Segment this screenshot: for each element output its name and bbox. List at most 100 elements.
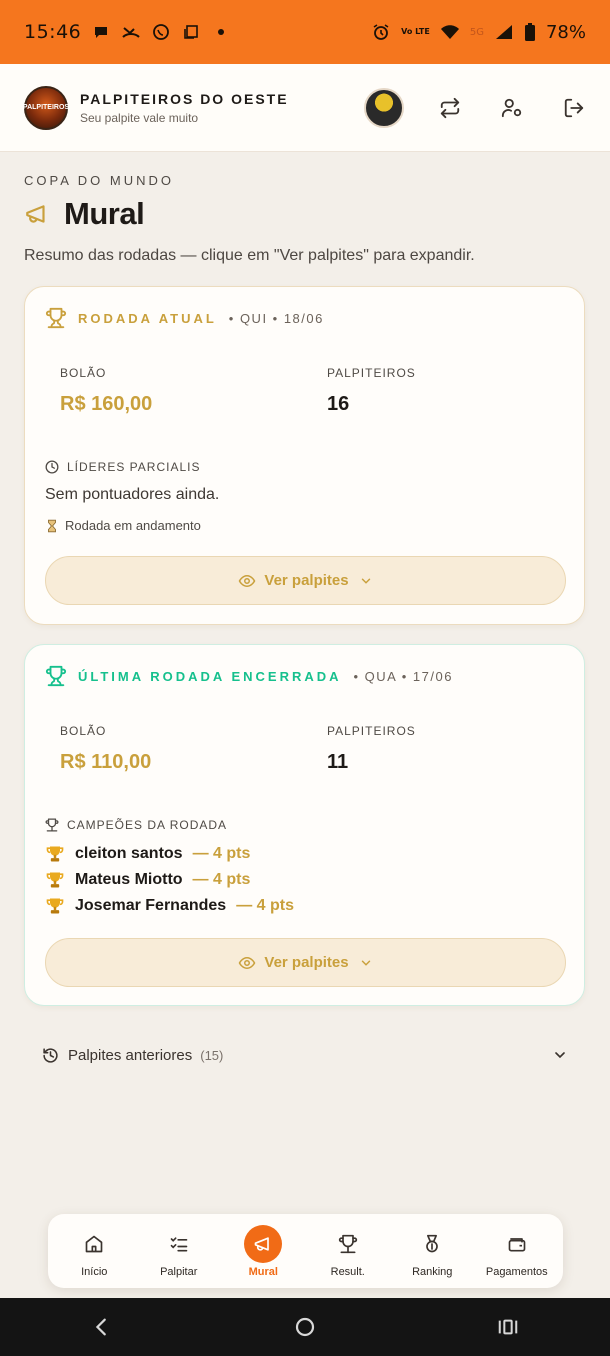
alarm-icon <box>371 22 391 42</box>
notification-icons <box>91 22 231 42</box>
trophy-icon <box>329 1225 367 1263</box>
chevron-down-icon <box>359 956 373 970</box>
megaphone-icon <box>24 201 50 227</box>
back-icon[interactable] <box>87 1312 117 1342</box>
nav-item-inicio[interactable]: Início <box>52 1225 136 1278</box>
hourglass-icon <box>45 519 59 533</box>
players-label: PALPITEIROS <box>327 724 416 738</box>
previous-predictions-count: (15) <box>200 1047 224 1063</box>
signal-icon <box>494 22 514 42</box>
home-circle-icon[interactable] <box>290 1312 320 1342</box>
nav-label: Ranking <box>412 1265 453 1278</box>
megaphone-icon <box>244 1224 283 1263</box>
volte-indicator: Vo LTE <box>401 27 430 36</box>
trophy-icon <box>45 870 65 890</box>
last-ver-palpites-label: Ver palpites <box>264 954 349 971</box>
page-title: Mural <box>64 196 145 231</box>
bottom-nav: Início Palpitar Mural Result. Ranking Pa… <box>48 1214 563 1288</box>
chat-bubble-icon <box>91 22 111 42</box>
current-round-card: RODADA ATUAL • QUI • 18/06 BOLÃO R$ 160,… <box>24 286 585 625</box>
champions-list: cleiton santos — 4 pts Mateus Miotto — 4… <box>45 841 294 919</box>
current-ver-palpites-button[interactable]: Ver palpites <box>45 556 566 605</box>
pot-stat: BOLÃO R$ 160,00 <box>60 366 152 416</box>
trophy-icon <box>45 665 67 687</box>
clock-icon <box>45 460 59 474</box>
players-value: 11 <box>327 751 349 773</box>
switch-icon[interactable] <box>438 96 462 120</box>
system-navigation-bar <box>0 1298 610 1356</box>
eye-icon <box>238 954 256 972</box>
current-round-label: RODADA ATUAL <box>78 310 217 326</box>
champions-label-text: CAMPEÕES DA RODADA <box>67 818 228 832</box>
nav-label: Mural <box>248 1265 278 1278</box>
champion-points: — 4 pts <box>192 845 251 862</box>
champion-name: Mateus Miotto <box>75 871 183 888</box>
leaders-label-text: LÍDERES PARCIALIS <box>67 460 201 474</box>
eye-icon <box>238 572 256 590</box>
last-round-card: ÚLTIMA RODADA ENCERRADA • QUA • 17/06 BO… <box>24 644 585 1006</box>
trophy-icon <box>45 818 59 832</box>
round-status-text: Rodada em andamento <box>65 518 201 533</box>
dot-icon <box>211 22 231 42</box>
copy-icon <box>181 22 201 42</box>
wifi-icon <box>440 22 460 42</box>
page-eyebrow: COPA DO MUNDO <box>24 173 174 188</box>
previous-predictions-label: Palpites anteriores <box>68 1046 193 1064</box>
page-heading: COPA DO MUNDO Mural Resumo das rodadas —… <box>24 152 586 265</box>
network-type: 5G <box>469 26 484 38</box>
user-avatar[interactable] <box>364 87 404 128</box>
recent-apps-icon[interactable] <box>493 1312 523 1342</box>
previous-predictions-toggle[interactable]: Palpites anteriores (15) <box>24 1035 586 1075</box>
page-subtitle: Resumo das rodadas — clique em "Ver palp… <box>24 247 475 264</box>
nav-item-ranking[interactable]: Ranking <box>390 1225 474 1278</box>
champion-item: Mateus Miotto — 4 pts <box>45 867 294 893</box>
champion-name: Josemar Fernandes <box>75 897 227 914</box>
nav-item-result[interactable]: Result. <box>306 1225 390 1278</box>
players-stat: PALPITEIROS 16 <box>327 366 416 416</box>
nav-item-pagamentos[interactable]: Pagamentos <box>475 1225 559 1278</box>
champion-item: Josemar Fernandes — 4 pts <box>45 893 294 919</box>
logout-icon[interactable] <box>562 96 586 120</box>
nav-label: Result. <box>330 1265 365 1278</box>
brand-block: PALPITEIROS DO OESTE Seu palpite vale mu… <box>80 91 289 125</box>
nav-item-palpitar[interactable]: Palpitar <box>137 1225 221 1278</box>
pot-stat: BOLÃO R$ 110,00 <box>60 724 151 774</box>
champion-points: — 4 pts <box>192 871 251 888</box>
pot-value: R$ 160,00 <box>60 393 153 415</box>
trophy-icon <box>45 844 65 864</box>
last-ver-palpites-button[interactable]: Ver palpites <box>45 938 566 987</box>
leaders-section-label: LÍDERES PARCIALIS <box>45 460 200 474</box>
nav-item-mural[interactable]: Mural <box>221 1224 305 1278</box>
logo-text: PALPITEIROS <box>22 103 70 111</box>
current-round-date: • QUI • 18/06 <box>228 310 324 326</box>
players-stat: PALPITEIROS 11 <box>327 724 416 774</box>
champion-item: cleiton santos — 4 pts <box>45 841 294 867</box>
wallet-icon <box>498 1225 536 1263</box>
trophy-icon <box>45 896 65 916</box>
champion-points: — 4 pts <box>236 897 294 914</box>
players-value: 16 <box>327 393 350 415</box>
brand-tagline: Seu palpite vale muito <box>80 110 199 125</box>
missed-call-icon <box>121 22 141 42</box>
status-time: 15:46 <box>24 21 82 43</box>
trophy-icon <box>45 307 67 329</box>
status-bar: 15:46 Vo LTE 5G 78% <box>0 0 610 64</box>
app-header: PALPITEIROS PALPITEIROS DO OESTE Seu pal… <box>0 64 610 152</box>
header-actions <box>364 87 586 128</box>
checklist-icon <box>160 1225 198 1263</box>
battery-icon <box>524 22 536 42</box>
leaders-empty-text: Sem pontuadores ainda. <box>45 486 220 503</box>
nav-label: Palpitar <box>160 1265 198 1278</box>
last-round-date: • QUA • 17/06 <box>353 668 453 684</box>
user-settings-icon[interactable] <box>500 96 524 120</box>
home-icon <box>75 1225 113 1263</box>
nav-label: Pagamentos <box>485 1265 548 1278</box>
players-label: PALPITEIROS <box>327 366 416 380</box>
round-status: Rodada em andamento <box>45 518 201 533</box>
medal-icon <box>413 1225 451 1263</box>
battery-level: 78% <box>545 21 586 43</box>
current-ver-palpites-label: Ver palpites <box>264 572 349 589</box>
history-icon <box>42 1047 59 1064</box>
champion-name: cleiton santos <box>75 845 183 862</box>
brand-logo[interactable]: PALPITEIROS <box>22 85 70 130</box>
